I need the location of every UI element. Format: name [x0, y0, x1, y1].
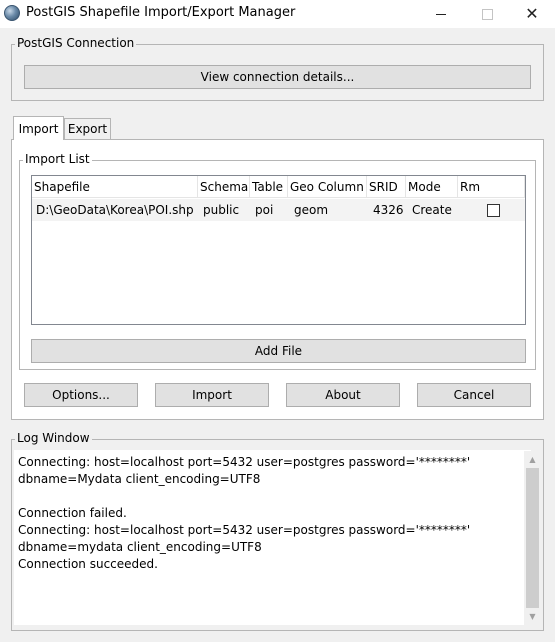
log-line: Connecting: host=localhost port=5432 use… — [18, 523, 471, 537]
cell-srid: 4326 — [373, 203, 404, 217]
close-button[interactable]: ✕ — [509, 0, 555, 28]
import-list-table[interactable]: Shapefile Schema Table Geo Column SRID M… — [31, 175, 526, 325]
scroll-down-icon[interactable]: ▼ — [524, 608, 541, 625]
log-line: dbname=Mydata client_encoding=UTF8 — [18, 472, 261, 486]
log-line: Connection succeeded. — [18, 557, 158, 571]
maximize-button[interactable] — [464, 0, 510, 28]
import-list-group-label: Import List — [23, 152, 92, 166]
globe-icon — [4, 5, 20, 21]
cell-mode: Create — [412, 203, 452, 217]
table-row[interactable]: D:\GeoData\Korea\POI.shp public poi geom… — [32, 199, 525, 221]
column-header-rm[interactable]: Rm — [458, 176, 525, 198]
about-button[interactable]: About — [286, 383, 400, 407]
log-window-group-label: Log Window — [15, 431, 92, 445]
minimize-button[interactable] — [418, 0, 464, 28]
cell-schema: public — [203, 203, 240, 217]
maximize-icon — [481, 8, 493, 20]
log-line: Connection failed. — [18, 506, 127, 520]
tab-export[interactable]: Export — [64, 118, 111, 139]
cell-geo-column: geom — [294, 203, 329, 217]
import-button[interactable]: Import — [155, 383, 269, 407]
column-header-schema[interactable]: Schema — [198, 176, 250, 198]
close-icon: ✕ — [525, 4, 539, 23]
log-scrollbar[interactable]: ▲ ▼ — [524, 451, 541, 625]
list-header: Shapefile Schema Table Geo Column SRID M… — [32, 176, 525, 198]
cell-table: poi — [255, 203, 274, 217]
connection-group: PostGIS Connection View connection detai… — [11, 36, 544, 101]
rm-checkbox[interactable] — [487, 204, 500, 217]
column-header-srid[interactable]: SRID — [367, 176, 406, 198]
scroll-up-icon[interactable]: ▲ — [524, 451, 541, 468]
window-title: PostGIS Shapefile Import/Export Manager — [26, 5, 296, 20]
title-bar: PostGIS Shapefile Import/Export Manager … — [0, 0, 555, 28]
column-header-mode[interactable]: Mode — [406, 176, 458, 198]
log-line: Connecting: host=localhost port=5432 use… — [18, 455, 471, 469]
minimize-icon — [436, 13, 446, 15]
import-list-group: Import List Shapefile Schema Table Geo C… — [19, 152, 536, 370]
connection-group-label: PostGIS Connection — [15, 36, 137, 50]
scrollbar-thumb[interactable] — [526, 468, 539, 608]
log-line: dbname=mydata client_encoding=UTF8 — [18, 540, 262, 554]
column-header-geo-column[interactable]: Geo Column — [288, 176, 367, 198]
import-tab-panel: Import List Shapefile Schema Table Geo C… — [11, 139, 544, 420]
column-header-table[interactable]: Table — [250, 176, 288, 198]
view-connection-details-button[interactable]: View connection details... — [24, 65, 531, 89]
log-textarea[interactable]: Connecting: host=localhost port=5432 use… — [14, 450, 531, 625]
tab-import[interactable]: Import — [13, 116, 64, 140]
options-button[interactable]: Options... — [24, 383, 138, 407]
add-file-button[interactable]: Add File — [31, 339, 526, 363]
cell-shapefile: D:\GeoData\Korea\POI.shp — [36, 203, 194, 217]
cancel-button[interactable]: Cancel — [417, 383, 531, 407]
column-header-shapefile[interactable]: Shapefile — [32, 176, 198, 198]
